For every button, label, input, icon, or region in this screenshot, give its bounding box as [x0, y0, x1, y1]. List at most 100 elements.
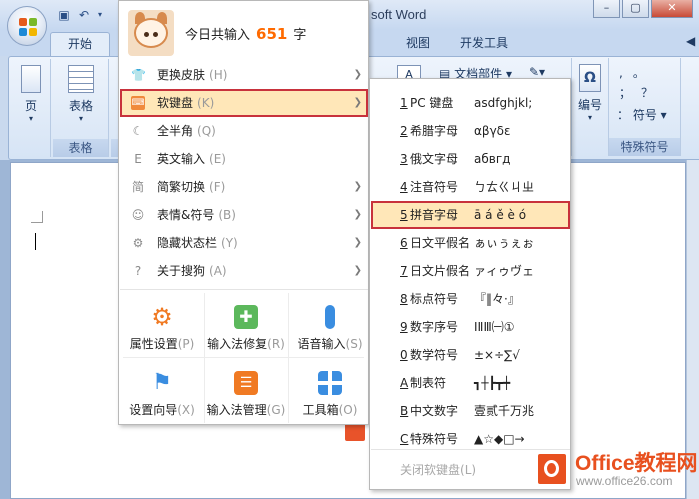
tile-toolbox[interactable]: 工具箱(O): [288, 359, 372, 423]
tile-ime-repair[interactable]: ✚ 输入法修复(R): [204, 293, 288, 357]
ribbon-group-special-symbols: ,。 ；？ ： 符号 ▾ 特殊符号: [609, 58, 681, 156]
soft-keyboard-label: 日文平假名: [410, 236, 471, 250]
soft-keyboard-hotkey: 0: [400, 348, 408, 362]
close-soft-keyboard-item[interactable]: 关闭软键盘(L): [400, 456, 476, 484]
close-button[interactable]: ✕: [651, 0, 693, 18]
office-logo-icon: [19, 18, 37, 36]
menu-item-about-sogou[interactable]: ? 关于搜狗 (A) ❯: [120, 257, 368, 285]
soft-keyboard-label: 拼音字母: [410, 208, 459, 222]
soft-keyboard-label: 注音符号: [410, 180, 459, 194]
tile-setup-wizard[interactable]: ⚑ 设置向导(X): [120, 359, 204, 423]
soft-keyboard-sample: ▲☆◆□→: [474, 432, 525, 446]
qat-dropdown-icon[interactable]: ▾: [96, 7, 104, 23]
soft-keyboard-sample: αβγδε: [474, 124, 511, 138]
soft-keyboard-item-2[interactable]: 2 希腊字母 αβγδε: [371, 117, 570, 145]
soft-keyboard-item-4[interactable]: 4 注音符号 ㄅㄊㄍㄐㄓ: [371, 173, 570, 201]
menu-item-soft-keyboard[interactable]: ⌨ 软键盘 (K) ❯: [120, 89, 368, 117]
page-button-label: 页: [24, 99, 37, 113]
symbol-row-1[interactable]: ,。: [619, 64, 655, 81]
soft-keyboard-sample: asdfghjkl;: [474, 96, 533, 110]
soft-keyboard-item-7[interactable]: 7 日文片假名 ァィゥヴェ: [371, 257, 570, 285]
watermark-title: Office教程网: [575, 452, 698, 475]
minimize-button[interactable]: –: [593, 0, 620, 18]
ribbon-help-icon[interactable]: ◀: [686, 34, 695, 48]
letter-e-icon: E: [134, 152, 142, 166]
toolbox-icon: [318, 371, 342, 395]
soft-keyboard-hotkey: 3: [400, 152, 408, 166]
page-button[interactable]: 页 ▾: [11, 63, 51, 123]
tab-home[interactable]: 开始: [50, 32, 110, 56]
soft-keyboard-hotkey: A: [400, 376, 409, 390]
moon-icon: ☾: [132, 124, 144, 138]
table-button-label: 表格: [68, 99, 93, 113]
menu-item-full-half-width[interactable]: ☾ 全半角 (Q): [120, 117, 368, 145]
ime-menu: 今日共输入 651 字 👕 更换皮肤 (H) ❯ ⌨ 软键盘 (K) ❯ ☾ 全半角 (Q…: [118, 0, 369, 425]
soft-keyboard-sample: ァィゥヴェ: [474, 264, 535, 278]
soft-keyboard-item-6[interactable]: 6 日文平假名 ぁぃぅぇぉ: [371, 229, 570, 257]
chevron-right-icon: ❯: [353, 181, 362, 192]
keyboard-icon: ⌨: [131, 96, 145, 110]
save-icon[interactable]: ▣: [56, 7, 72, 23]
maximize-button[interactable]: ▢: [622, 0, 649, 18]
watermark-url: www.office26.com: [576, 474, 673, 488]
soft-keyboard-label: PC 键盘: [410, 96, 454, 110]
tile-settings[interactable]: ⚙ 属性设置(P): [120, 293, 204, 357]
quick-access-toolbar: ▣ ↶ ▾: [56, 6, 104, 24]
table-button[interactable]: 表格 ▾: [61, 63, 101, 123]
soft-keyboard-label: 标点符号: [410, 292, 459, 306]
menu-item-simplified-traditional[interactable]: 简 简繁切换 (F) ❯: [120, 173, 368, 201]
special-symbols-group-label: 特殊符号: [609, 138, 680, 156]
soft-keyboard-sample: ±×÷∑√: [474, 348, 520, 362]
soft-keyboard-item-8[interactable]: 8 标点符号 『‖々·』: [371, 285, 570, 313]
soft-keyboard-hotkey: B: [400, 404, 409, 418]
table-group-label: 表格: [53, 139, 108, 157]
soft-keyboard-sample: ⅠⅡⅢ㈠①: [474, 320, 515, 334]
undo-icon[interactable]: ↶: [76, 7, 92, 23]
menu-separator: [120, 289, 368, 290]
microphone-icon: [325, 305, 335, 329]
jian-icon: 简: [131, 180, 144, 194]
shirt-icon: 👕: [131, 68, 146, 82]
menu-item-change-skin[interactable]: 👕 更换皮肤 (H) ❯: [120, 61, 368, 89]
number-button[interactable]: Ω 编号 ▾: [572, 62, 608, 122]
symbol-row-2[interactable]: ；？: [619, 84, 663, 101]
soft-keyboard-hotkey: 8: [400, 292, 408, 306]
ribbon-group-table: 表格 ▾ 表格: [53, 59, 109, 157]
tile-ime-management[interactable]: ☰ 输入法管理(G): [204, 359, 288, 423]
ribbon-group-number: Ω 编号 ▾: [571, 58, 609, 156]
chevron-right-icon: ❯: [353, 265, 362, 276]
soft-keyboard-item-a[interactable]: A 制表符 ┓┼┣┳┿: [371, 369, 570, 397]
soft-keyboard-item-0[interactable]: 0 数学符号 ±×÷∑√: [371, 341, 570, 369]
ribbon-group-pages: 页 ▾: [11, 59, 51, 157]
office-watermark-logo: [532, 448, 570, 488]
soft-keyboard-label: 希腊字母: [410, 124, 459, 138]
tab-developer[interactable]: 开发工具: [460, 34, 508, 51]
soft-keyboard-item-b[interactable]: B 中文数字 壹贰千万兆: [371, 397, 570, 425]
soft-keyboard-item-5[interactable]: 5 拼音字母 ā á ě è ó: [371, 201, 570, 229]
soft-keyboard-sample: ぁぃぅぇぉ: [474, 236, 535, 250]
window-title: soft Word: [371, 7, 427, 22]
symbol-button[interactable]: ： 符号 ▾: [617, 106, 667, 123]
hide-statusbar-icon: ⚙: [132, 236, 144, 250]
soft-keyboard-item-9[interactable]: 9 数字序号 ⅠⅡⅢ㈠①: [371, 313, 570, 341]
menu-item-english-input[interactable]: E 英文输入 (E): [120, 145, 368, 173]
typed-count-text: 今日共输入 651 字: [185, 25, 307, 43]
sogou-avatar[interactable]: [128, 10, 174, 56]
menu-item-emoji-symbols[interactable]: ☺ 表情&符号 (B) ❯: [120, 201, 368, 229]
gear-icon: ⚙: [151, 303, 173, 331]
soft-keyboard-sample: абвгд: [474, 152, 511, 166]
chevron-right-icon: ❯: [353, 237, 362, 248]
soft-keyboard-item-3[interactable]: 3 俄文字母 абвгд: [371, 145, 570, 173]
repair-kit-icon: ✚: [234, 305, 258, 329]
signature-icon[interactable]: ✎▾: [529, 65, 545, 79]
menu-item-hide-statusbar[interactable]: ⚙ 隐藏状态栏 (Y) ❯: [120, 229, 368, 257]
office-button[interactable]: [7, 6, 47, 46]
soft-keyboard-item-1[interactable]: 1 PC 键盘 asdfghjkl;: [371, 89, 570, 117]
soft-keyboard-sample: ㄅㄊㄍㄐㄓ: [474, 180, 535, 194]
soft-keyboard-sample: 壹贰千万兆: [474, 404, 535, 418]
tile-voice-input[interactable]: 语音输入(S): [288, 293, 372, 357]
soft-keyboard-label: 俄文字母: [410, 152, 459, 166]
ime-menu-header: 今日共输入 651 字: [119, 1, 368, 61]
tab-view[interactable]: 视图: [406, 34, 430, 51]
window-controls: – ▢ ✕: [593, 0, 693, 18]
